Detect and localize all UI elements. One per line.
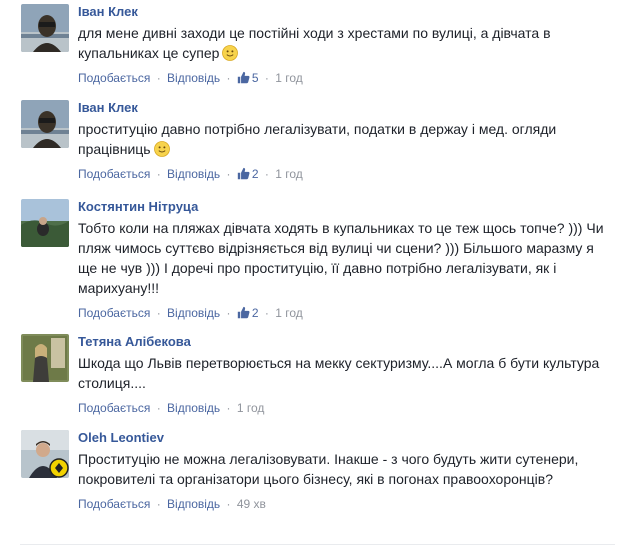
reply-link[interactable]: Відповідь	[167, 167, 220, 181]
slightly-smiling-face-icon	[222, 45, 239, 61]
comment-body: Oleh Leontiev Проституцію не можна легал…	[78, 430, 608, 512]
slightly-smiling-face-icon	[153, 141, 170, 157]
comment-author[interactable]: Oleh Leontiev	[78, 430, 608, 446]
like-link[interactable]: Подобається	[78, 401, 150, 415]
separator-dot: ·	[226, 497, 231, 511]
comment-actions: Подобається · Відповідь · 2 · 1 год	[78, 166, 608, 182]
reply-link[interactable]: Відповідь	[167, 401, 220, 415]
comment-actions: Подобається · Відповідь · 5 · 1 год	[78, 70, 608, 86]
reactions-count[interactable]: 2	[237, 306, 259, 320]
comment-timestamp[interactable]: 49 хв	[237, 497, 266, 511]
reply-link[interactable]: Відповідь	[167, 71, 220, 85]
comment-author[interactable]: Іван Клек	[78, 100, 608, 116]
separator-dot: ·	[226, 167, 231, 181]
reactions-count[interactable]: 2	[237, 167, 259, 181]
reply-link[interactable]: Відповідь	[167, 306, 220, 320]
avatar[interactable]	[21, 100, 69, 148]
avatar[interactable]	[21, 334, 69, 382]
comment-author[interactable]: Іван Клек	[78, 4, 608, 20]
like-link[interactable]: Подобається	[78, 306, 150, 320]
comment-body: Іван Клек проституцію давно потрібно лег…	[78, 100, 608, 182]
separator-dot: ·	[156, 401, 161, 415]
comment-timestamp[interactable]: 1 год	[275, 71, 303, 85]
comment-timestamp[interactable]: 1 год	[275, 167, 303, 181]
reactions-count-value: 2	[251, 167, 259, 181]
comment-body: Костянтин Нітруца Тобто коли на пляжах д…	[78, 199, 608, 321]
reply-link[interactable]: Відповідь	[167, 497, 220, 511]
separator-dot: ·	[264, 167, 269, 181]
comment-text: Шкода що Львів перетворюється на мекку с…	[78, 353, 608, 393]
like-thumb-icon	[237, 306, 250, 319]
like-link[interactable]: Подобається	[78, 497, 150, 511]
comment-text-content: проституцію давно потрібно легалізувати,…	[78, 121, 557, 157]
separator-dot: ·	[156, 71, 161, 85]
avatar[interactable]	[21, 4, 69, 52]
reactions-count-value: 2	[251, 306, 259, 320]
separator-dot: ·	[226, 401, 231, 415]
comment-author[interactable]: Тетяна Алібекова	[78, 334, 608, 350]
comment-text: для мене дивні заходи це постійні ходи з…	[78, 23, 608, 63]
separator-dot: ·	[226, 306, 231, 320]
comment-body: Тетяна Алібекова Шкода що Львів перетвор…	[78, 334, 608, 416]
like-thumb-icon	[237, 167, 250, 180]
separator-dot: ·	[264, 71, 269, 85]
comment-text-content: Тобто коли на пляжах дівчата ходять в ку…	[78, 220, 604, 296]
separator-dot: ·	[264, 306, 269, 320]
comment-text: Тобто коли на пляжах дівчата ходять в ку…	[78, 218, 608, 298]
avatar[interactable]	[21, 199, 69, 247]
comment-timestamp[interactable]: 1 год	[237, 401, 265, 415]
reactions-count[interactable]: 5	[237, 71, 259, 85]
comment-text-content: для мене дивні заходи це постійні ходи з…	[78, 25, 551, 61]
like-thumb-icon	[237, 71, 250, 84]
separator-dot: ·	[156, 306, 161, 320]
separator-dot: ·	[156, 497, 161, 511]
comment-text: Проституцію не можна легалізовувати. Іна…	[78, 449, 608, 489]
comment-timestamp[interactable]: 1 год	[275, 306, 303, 320]
comments-list: Іван Клек для мене дивні заходи це пості…	[0, 0, 619, 548]
comment-text-content: Шкода що Львів перетворюється на мекку с…	[78, 355, 600, 391]
like-link[interactable]: Подобається	[78, 167, 150, 181]
divider	[20, 544, 615, 545]
comment-actions: Подобається · Відповідь · 49 хв	[78, 496, 608, 512]
reactions-count-value: 5	[251, 71, 259, 85]
comment-author[interactable]: Костянтин Нітруца	[78, 199, 608, 215]
comment-body: Іван Клек для мене дивні заходи це пості…	[78, 4, 608, 86]
separator-dot: ·	[226, 71, 231, 85]
avatar[interactable]	[21, 430, 69, 478]
like-link[interactable]: Подобається	[78, 71, 150, 85]
comment-text: проституцію давно потрібно легалізувати,…	[78, 119, 608, 159]
comment-actions: Подобається · Відповідь · 2 · 1 год	[78, 305, 608, 321]
separator-dot: ·	[156, 167, 161, 181]
comment-text-content: Проституцію не можна легалізовувати. Іна…	[78, 451, 579, 487]
comment-actions: Подобається · Відповідь · 1 год	[78, 400, 608, 416]
